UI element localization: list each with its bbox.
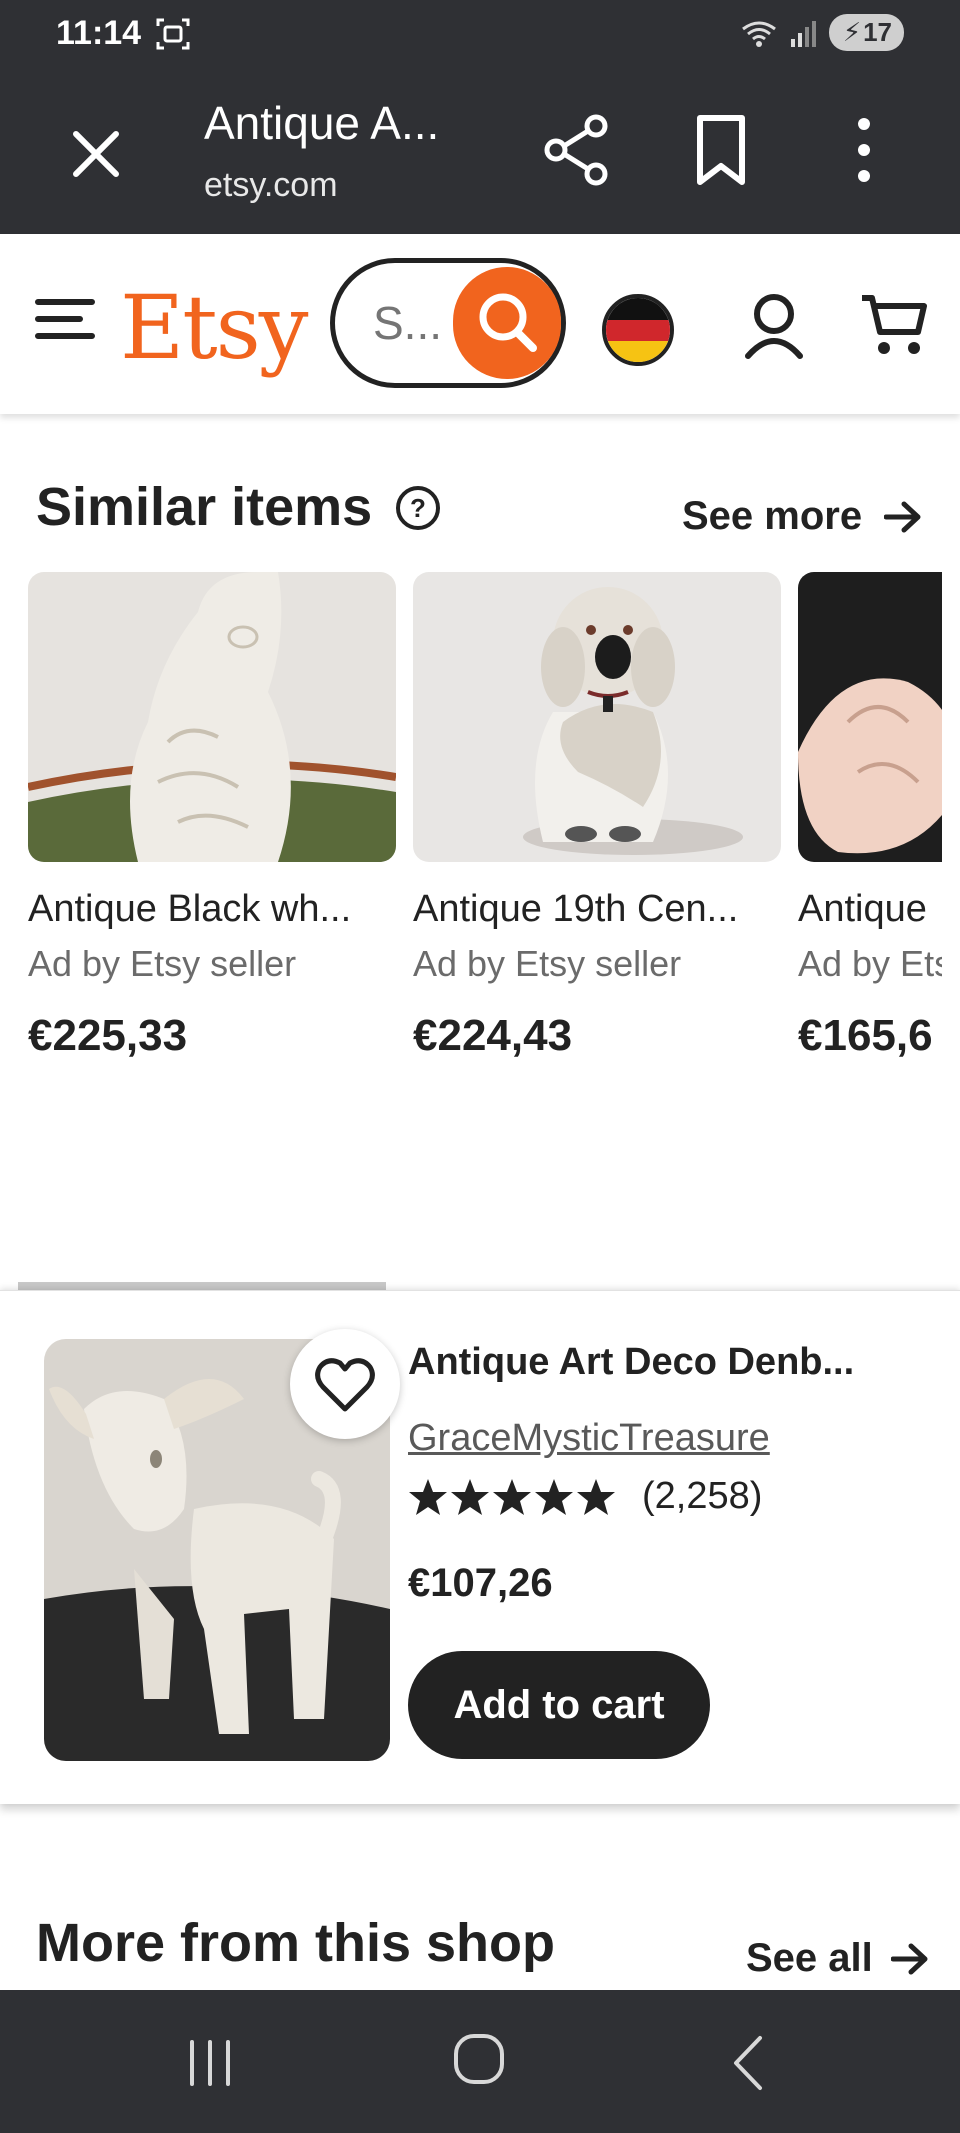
close-icon[interactable] [60,118,132,190]
hamburger-menu-icon[interactable] [34,294,96,344]
item-seller: Ad by Etsy seller [798,943,942,984]
page-title: Antique A... [204,97,440,149]
item-seller: Ad by Etsy seller [413,943,682,984]
battery-level: 17 [863,17,892,47]
star-icon [535,1478,573,1515]
back-icon[interactable] [730,2034,766,2092]
item-title: Antique Black wh... [28,888,352,930]
cart-icon[interactable] [860,292,930,358]
white-ceramic-dog-image [28,572,396,862]
region-flag-germany[interactable] [602,294,674,366]
site-header: Etsy [0,234,960,414]
search-bar[interactable] [330,258,566,388]
screenshot-icon [156,18,190,50]
add-to-cart-button[interactable]: Add to cart [408,1651,710,1759]
search-icon [479,293,537,352]
see-more-link[interactable]: See more [682,494,922,539]
account-icon[interactable] [744,292,804,360]
item-title: Antique 19th Cen... [413,888,739,930]
bookmark-icon[interactable] [686,112,756,188]
item-price: €165,6 [798,1011,933,1060]
see-all-link[interactable]: See all [746,1936,929,1981]
home-icon[interactable] [452,2030,506,2088]
shop-name-link[interactable]: GraceMysticTreasure [408,1417,770,1460]
similar-item-card[interactable]: Antique Black wh... Ad by Etsy seller €2… [28,572,396,1061]
staffordshire-poodle-image [413,572,781,862]
star-icon [409,1478,447,1515]
heart-icon [315,1358,375,1412]
search-button[interactable] [453,267,561,379]
recent-apps-icon[interactable] [186,2038,234,2088]
product-image[interactable] [28,572,396,862]
star-icon [577,1478,615,1515]
system-navigation-bar [0,1990,960,2133]
share-icon[interactable] [540,112,616,188]
carousel-scrollbar[interactable] [18,1282,386,1290]
product-price: €107,26 [408,1561,553,1605]
similar-item-card[interactable]: Antique 19th Cen... Ad by Etsy seller €2… [413,572,781,1061]
product-image[interactable] [798,572,942,862]
ceramic-figure-image [798,572,942,862]
status-bar: 11:14 ⚡ 17 [0,0,960,68]
item-price: €224,43 [413,1011,573,1060]
search-input[interactable] [373,295,453,351]
arrow-right-icon [884,501,921,532]
item-price: €225,33 [28,1011,188,1060]
product-image[interactable] [413,572,781,862]
status-indicators: ⚡ 17 [739,14,904,51]
similar-item-card[interactable]: Antique Ad by Etsy seller €165,6 [798,572,942,1061]
item-title: Antique [798,888,927,930]
browser-toolbar: Antique A... etsy.com [0,68,960,234]
product-rating: (2,258) [408,1475,762,1518]
similar-item-card-clipped[interactable]: Antique Ad by Etsy seller €165,6 [798,572,942,1092]
arrow-right-icon [890,1943,928,1974]
signal-icon [790,20,816,47]
see-more-label: See more [682,494,863,538]
germany-flag-icon [606,298,670,362]
battery-bolt-icon: ⚡ [842,17,862,47]
star-rating [408,1477,616,1517]
star-icon [451,1478,489,1515]
more-from-shop-heading: More from this shop [36,1913,556,1973]
more-options-icon[interactable] [836,112,892,188]
item-seller: Ad by Etsy seller [28,943,297,984]
favorite-button[interactable] [290,1329,400,1439]
page-url: etsy.com [204,166,338,204]
similar-items-heading: Similar items [36,477,373,537]
etsy-logo[interactable]: Etsy [120,276,308,379]
help-icon[interactable]: ? [394,484,442,532]
star-icon [493,1478,531,1515]
status-time: 11:14 [56,14,142,52]
sticky-product-panel: Antique Art Deco Denb... GraceMysticTrea… [0,1290,960,1804]
wifi-icon [741,21,776,47]
product-title[interactable]: Antique Art Deco Denb... [408,1341,854,1384]
review-count: (2,258) [642,1475,763,1517]
svg-text:?: ? [410,493,426,523]
battery-indicator: ⚡ 17 [828,14,904,51]
see-all-label: See all [746,1936,873,1980]
